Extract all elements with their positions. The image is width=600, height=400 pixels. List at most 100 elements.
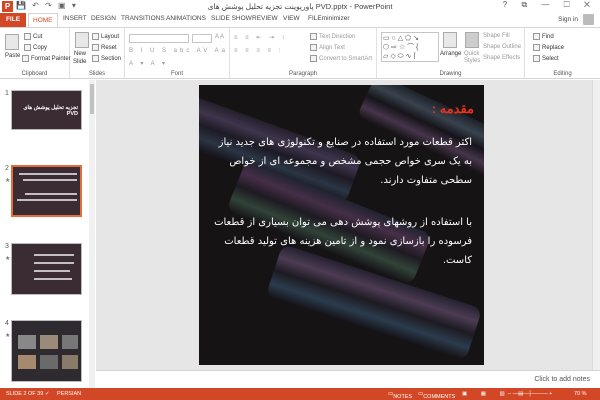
font-format-buttons[interactable]: B I U S abc AV Aa [129,48,228,54]
text-direction-icon [310,33,317,40]
sign-in-link[interactable]: Sign in [558,16,578,23]
scissors-icon [24,33,31,40]
tab-animations[interactable]: ANIMATIONS [166,15,206,22]
slide-thumbnail-2[interactable] [11,165,82,217]
search-icon [533,33,540,40]
paste-icon[interactable] [5,34,19,50]
quick-styles-icon[interactable] [465,32,479,48]
layout-button[interactable]: Layout [92,33,119,40]
drawing-group: ▭ ○ △ ⬠ ↘ ⬡ ⇨ ☆ ⌒ {▱ ◇ ⬭ ∿ ⌈ Arrange Quic… [377,28,525,78]
list-buttons[interactable]: ≡ ≡ ⇤ ⇥ ↕ [234,34,288,41]
shape-outline-button[interactable]: Shape Outline [483,44,521,50]
replace-icon [533,44,540,51]
font-grow-icon[interactable]: A A [215,34,224,40]
section-button[interactable]: Section [92,55,121,62]
thumbnail-image [62,335,78,349]
tab-design[interactable]: DESIGN [91,15,116,22]
avatar[interactable] [583,14,594,25]
tab-home[interactable]: HOME [28,13,58,27]
slides-group: New Slide Layout Reset Section Slides [70,28,125,78]
thumbnail-text-line [23,179,77,181]
slide-paragraph-2[interactable]: با استفاده از روشهای پوشش دهی می توان بس… [210,213,472,270]
quick-styles-button-line2[interactable]: Styles [464,58,480,64]
slides-label: Slides [88,71,106,77]
quick-styles-button[interactable]: Quick [464,51,479,57]
current-slide[interactable]: مقدمه : اکثر قطعات مورد استفاده در صنایع… [199,85,484,365]
arrange-button[interactable]: Arrange [440,51,461,57]
align-buttons[interactable]: ≡ ≡ ≡ ≡ ⫶ [234,48,283,55]
ribbon-tabs: FILE HOME INSERT DESIGN TRANSITIONS ANIM… [0,13,600,27]
copy-icon [24,44,31,51]
window-controls[interactable]: ? ⧉ — ☐ ✕ [503,0,596,10]
shape-fill-button[interactable]: Shape Fill [483,33,510,39]
slide-count-status: SLIDE 2 OF 39 [6,391,44,397]
replace-button[interactable]: Replace [533,44,564,51]
text-direction-button[interactable]: Text Direction [310,33,355,40]
zoom-level[interactable]: 70 % [574,391,587,397]
notes-toggle-label: NOTES [393,394,413,400]
reset-button[interactable]: Reset [92,44,117,51]
slide-thumbnail-1[interactable]: تجزیه تحلیل پوشش های PVD [11,90,82,130]
thumbnail-image [40,335,58,349]
language-status[interactable]: PERSIAN [57,391,81,397]
font-label: Font [170,71,183,77]
copy-button[interactable]: Copy [24,44,47,51]
proofing-icon[interactable]: ✓ [45,391,50,397]
paste-button[interactable]: Paste [5,53,20,59]
font-name-field[interactable] [129,34,189,43]
thumbnail-text-line [34,262,74,264]
cut-button[interactable]: Cut [24,33,42,40]
slide-scrollbar[interactable] [592,80,600,370]
align-text-button[interactable]: Align Text [310,44,345,51]
tab-file[interactable]: FILE [0,13,26,27]
notes-pane[interactable]: Click to add notes [96,370,600,388]
tab-transitions[interactable]: TRANSITIONS [121,15,165,22]
select-button[interactable]: Select [533,55,559,62]
format-painter-button[interactable]: Format Painter [22,55,71,62]
slide-thumbnail-3[interactable] [11,243,82,295]
clipboard-group: Paste Cut Copy Format Painter Clipboard [0,28,71,78]
notes-toggle[interactable]: ▭ NOTES [388,391,412,400]
smartart-icon [310,55,317,62]
thumbnail-text-line [17,199,77,201]
slide-editing-canvas[interactable]: مقدمه : اکثر قطعات مورد استفاده در صنایع… [96,80,600,370]
font-color-buttons[interactable]: A ▾ A ▾ [129,60,168,67]
tab-view[interactable]: VIEW [283,15,300,22]
thumbnail-image [18,355,36,369]
slide-thumbnails-pane[interactable]: 1 تجزیه تحلیل پوشش های PVD 2 ★ 3 ★ 4 ★ [0,80,95,388]
arrange-icon[interactable] [443,32,457,48]
tab-fileminimizer[interactable]: FILEminimizer [308,15,350,22]
section-icon [92,55,99,62]
thumbnail-image [18,335,36,349]
paragraph-label: Paragraph [288,71,318,77]
ribbon: Paste Cut Copy Format Painter Clipboard … [0,27,600,79]
notes-placeholder[interactable]: Click to add notes [534,376,590,383]
zoom-slider[interactable]: – ────┼──── + [508,391,552,397]
clipboard-label: Clipboard [21,71,48,77]
align-text-icon [310,44,317,51]
slide-number: 3 [5,243,9,250]
animation-star-icon: ★ [5,333,11,339]
thumbnail-scrollbar[interactable] [89,80,95,388]
editing-label: Editing [553,71,572,77]
editing-group: Find Replace Select Editing [525,28,600,78]
thumbnail-scrollbar-thumb[interactable] [90,84,94,114]
find-button[interactable]: Find [533,33,554,40]
shapes-gallery[interactable]: ▭ ○ △ ⬠ ↘ ⬡ ⇨ ☆ ⌒ {▱ ◇ ⬭ ∿ ⌈ [381,32,439,62]
new-slide-icon[interactable] [75,32,89,48]
slide-paragraph-1[interactable]: اکثر قطعات مورد استفاده در صنایع و تکنول… [210,133,472,190]
brush-icon [22,55,29,62]
new-slide-button-line2[interactable]: Slide [73,59,86,65]
slide-heading[interactable]: مقدمه : [432,101,474,117]
convert-smartart-button[interactable]: Convert to SmartArt [310,55,372,62]
font-size-field[interactable] [192,34,212,43]
comments-toggle[interactable]: ▭ COMMENTS [418,391,455,400]
tab-insert[interactable]: INSERT [63,15,87,22]
slide-thumbnail-4[interactable] [11,320,82,382]
thumbnail-text-line [34,278,72,280]
thumbnail-text-line [34,254,74,256]
tab-review[interactable]: REVIEW [252,15,278,22]
tab-slide-show[interactable]: SLIDE SHOW [211,15,252,22]
new-slide-button[interactable]: New [74,51,86,57]
shape-effects-button[interactable]: Shape Effects [483,55,520,61]
